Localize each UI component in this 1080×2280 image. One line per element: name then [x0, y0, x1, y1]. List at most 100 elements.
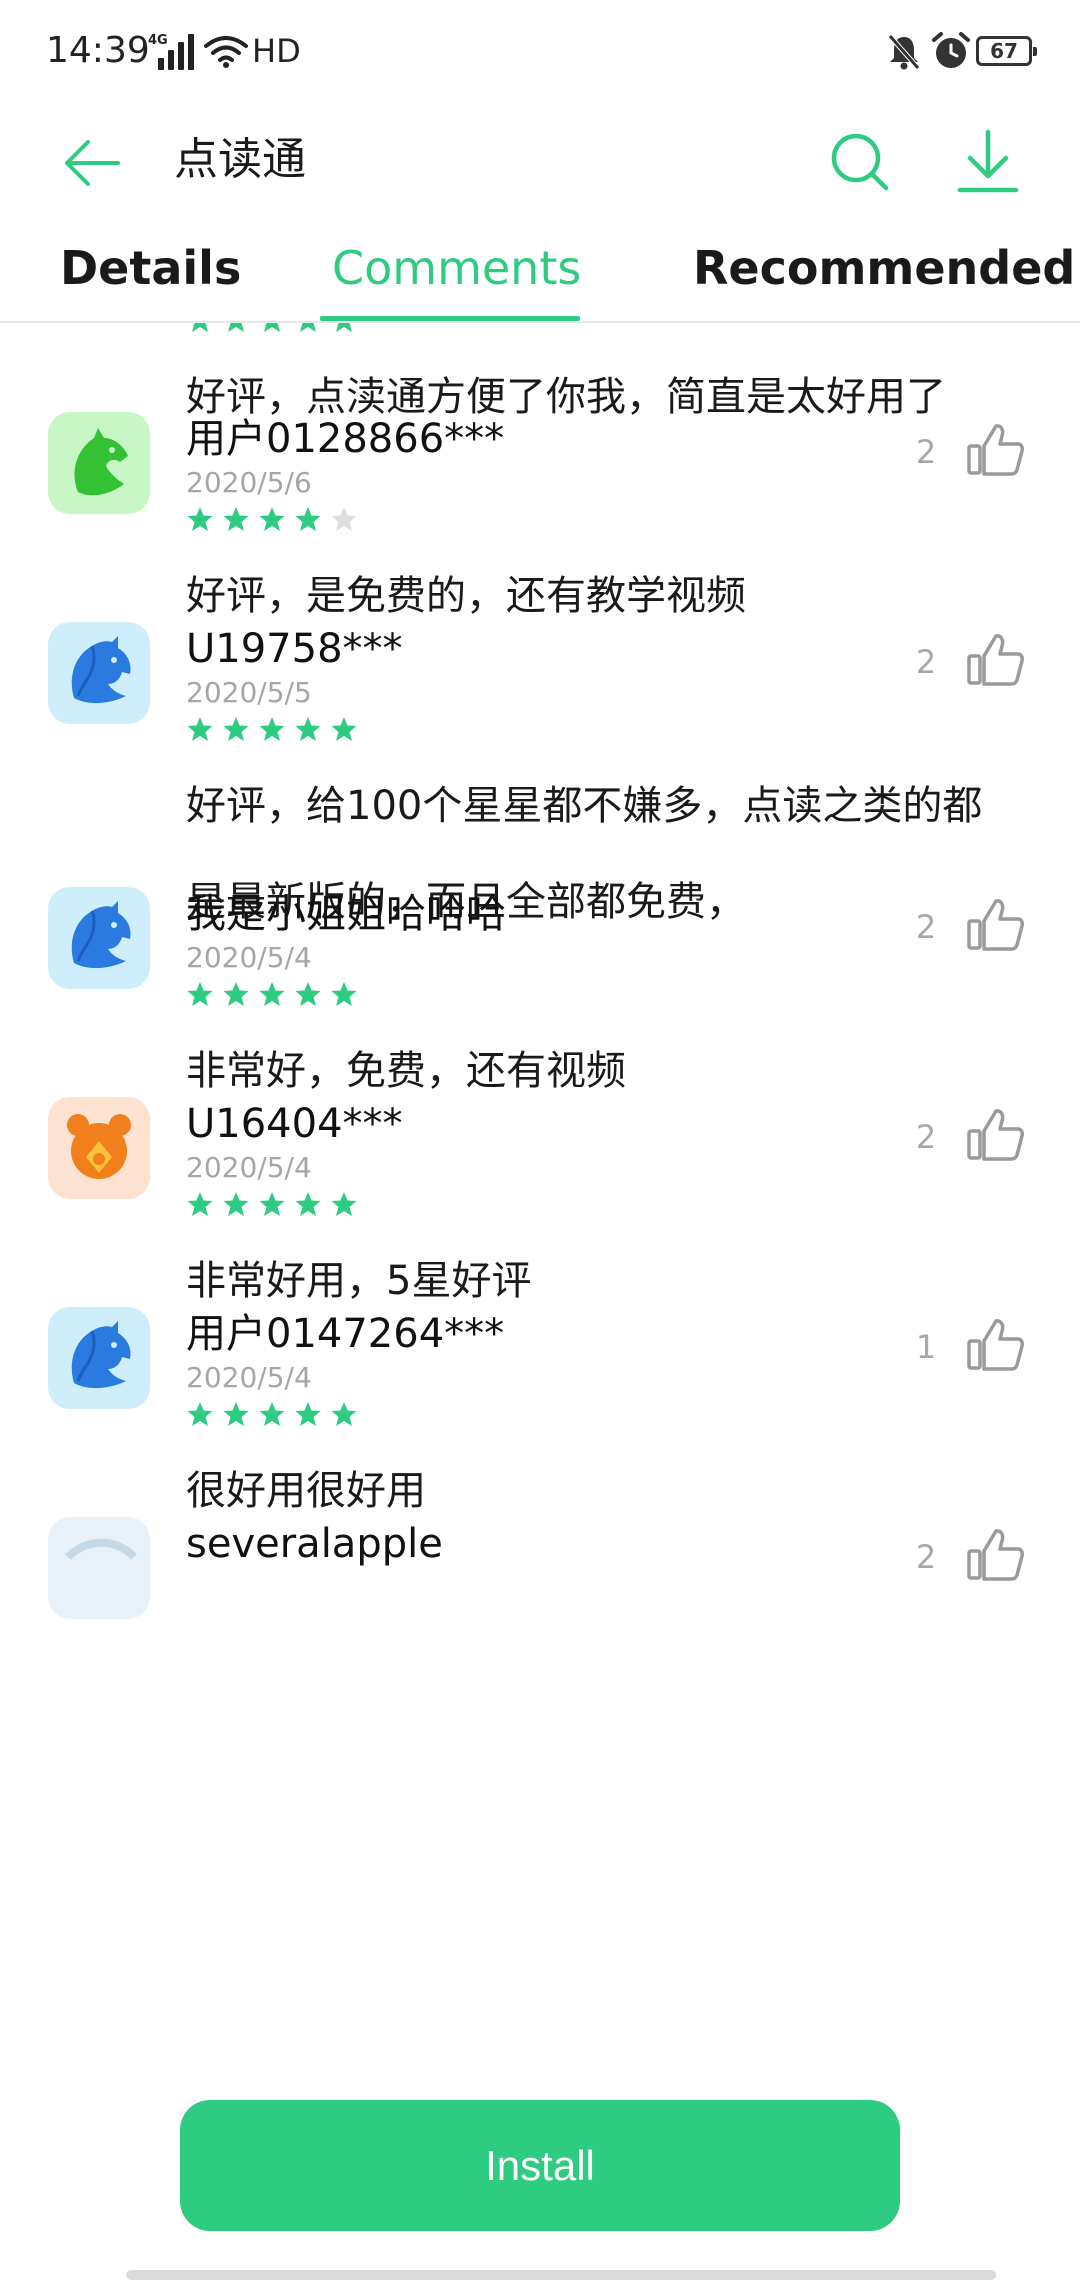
comment-date: 2020/5/4 [186, 941, 312, 974]
star-filled-icon [295, 982, 321, 1006]
star-filled-icon [223, 717, 249, 741]
comment-item: 用户0028018***2020/5/61好评，点渎通方便了你我，简直是太好用了 [0, 323, 1080, 421]
star-filled-icon [187, 717, 213, 741]
like-count: 2 [915, 643, 937, 681]
star-filled-icon [331, 1402, 357, 1426]
comment-item: severalapple 2 [0, 1515, 1080, 1725]
comment-date: 2020/5/4 [186, 1361, 312, 1394]
star-filled-icon [259, 1192, 285, 1216]
like-count: 2 [915, 433, 937, 471]
thumbs-up-icon[interactable] [966, 422, 1024, 476]
user-avatar-image [48, 1097, 150, 1199]
thumbs-up-icon[interactable] [966, 897, 1024, 951]
user-avatar-image [48, 1307, 150, 1409]
thumbs-up-icon[interactable] [966, 1107, 1024, 1161]
comment-username: U16404*** [186, 1101, 403, 1147]
star-filled-icon [336, 323, 352, 332]
star-filled-icon [295, 507, 321, 531]
star-filled-icon [192, 323, 208, 332]
star-filled-icon [259, 982, 285, 1006]
star-filled-icon [295, 1402, 321, 1426]
comment-date: 2020/5/5 [186, 676, 312, 709]
thumbs-up-icon[interactable] [966, 1527, 1024, 1581]
star-filled-icon [259, 1402, 285, 1426]
avatar[interactable] [48, 622, 150, 724]
star-filled-icon [295, 1192, 321, 1216]
avatar[interactable] [48, 887, 150, 989]
star-rating [186, 1401, 358, 1427]
star-filled-icon [223, 1402, 249, 1426]
search-icon[interactable] [822, 124, 898, 200]
active-tab-indicator [320, 316, 580, 321]
star-filled-icon [295, 717, 321, 741]
comment-date: 2020/5/6 [186, 466, 312, 499]
star-filled-icon [187, 507, 213, 531]
star-filled-icon [300, 323, 316, 332]
comment-item: 用户0147264*** 2020/5/4 1 很好用很好用 [0, 1305, 1080, 1515]
user-avatar-image [48, 622, 150, 724]
status-time: 14:39 [46, 30, 150, 71]
star-filled-icon [331, 717, 357, 741]
like-count: 2 [915, 1538, 937, 1576]
star-rating [186, 323, 358, 333]
hd-label: HD [252, 32, 301, 70]
avatar[interactable] [48, 1307, 150, 1409]
user-avatar-image [48, 1517, 150, 1619]
user-avatar-image [48, 887, 150, 989]
star-rating [186, 1191, 358, 1217]
status-bar: 14:39 4G HD 67 [0, 0, 1080, 110]
list-fade [0, 2060, 1080, 2100]
comment-list[interactable]: 用户0028018***2020/5/61好评，点渎通方便了你我，简直是太好用了… [0, 323, 1080, 2280]
thumbs-up-icon[interactable] [966, 632, 1024, 686]
back-arrow-icon[interactable] [58, 128, 128, 198]
download-icon[interactable] [950, 122, 1026, 202]
star-filled-icon [259, 717, 285, 741]
star-empty-icon [331, 507, 357, 531]
comment-username: severalapple [186, 1521, 443, 1567]
star-filled-icon [223, 1192, 249, 1216]
comment-item: U19758*** 2020/5/5 2 好评，给100个星星都不嫌多，点读之类的都是… [0, 620, 1080, 925]
alarm-icon [932, 32, 970, 68]
comment-item: U16404*** 2020/5/4 2 非常好用，5星好评 [0, 1095, 1080, 1305]
battery-icon: 67 [976, 36, 1037, 66]
star-rating [186, 981, 358, 1007]
wifi-icon [204, 36, 248, 68]
star-rating [186, 506, 358, 532]
thumbs-up-icon[interactable] [966, 1317, 1024, 1371]
star-filled-icon [223, 982, 249, 1006]
star-filled-icon [259, 507, 285, 531]
star-filled-icon [331, 1192, 357, 1216]
comment-text: 好评，给100个星星都不嫌多，点读之类的都 [186, 783, 983, 829]
mute-notifications-icon [888, 34, 920, 70]
like-count: 2 [915, 1118, 937, 1156]
app-header: 点读通 [0, 110, 1080, 225]
comment-username: 我是小姐姐哈哈哈 [186, 891, 506, 937]
like-count: 2 [915, 908, 937, 946]
bottom-bar-handle [126, 2270, 996, 2280]
install-button[interactable]: Install [180, 2100, 900, 2231]
comment-username: 用户0147264*** [186, 1311, 505, 1357]
comment-username: 用户0128866*** [186, 416, 505, 462]
avatar[interactable] [48, 412, 150, 514]
comment-username: U19758*** [186, 626, 403, 672]
star-filled-icon [331, 982, 357, 1006]
tab-details[interactable]: Details [60, 233, 241, 303]
tab-recommended[interactable]: Recommended [693, 233, 1075, 303]
star-filled-icon [187, 1402, 213, 1426]
star-filled-icon [223, 507, 249, 531]
star-filled-icon [187, 1192, 213, 1216]
signal-icon [158, 32, 194, 70]
star-filled-icon [264, 323, 280, 332]
comment-item: 用户0128866*** 2020/5/6 2 好评，是免费的，还有教学视频 [0, 410, 1080, 620]
avatar[interactable] [48, 1517, 150, 1619]
star-rating [186, 716, 358, 742]
star-filled-icon [187, 982, 213, 1006]
avatar[interactable] [48, 1097, 150, 1199]
user-avatar-image [48, 412, 150, 514]
tab-bar: Details Comments Recommended [0, 225, 1080, 323]
tab-comments[interactable]: Comments [332, 233, 581, 303]
star-filled-icon [228, 323, 244, 332]
comment-date: 2020/5/4 [186, 1151, 312, 1184]
like-count: 1 [915, 1328, 937, 1366]
comment-item: 我是小姐姐哈哈哈 2020/5/4 2 非常好，免费，还有视频 [0, 885, 1080, 1095]
